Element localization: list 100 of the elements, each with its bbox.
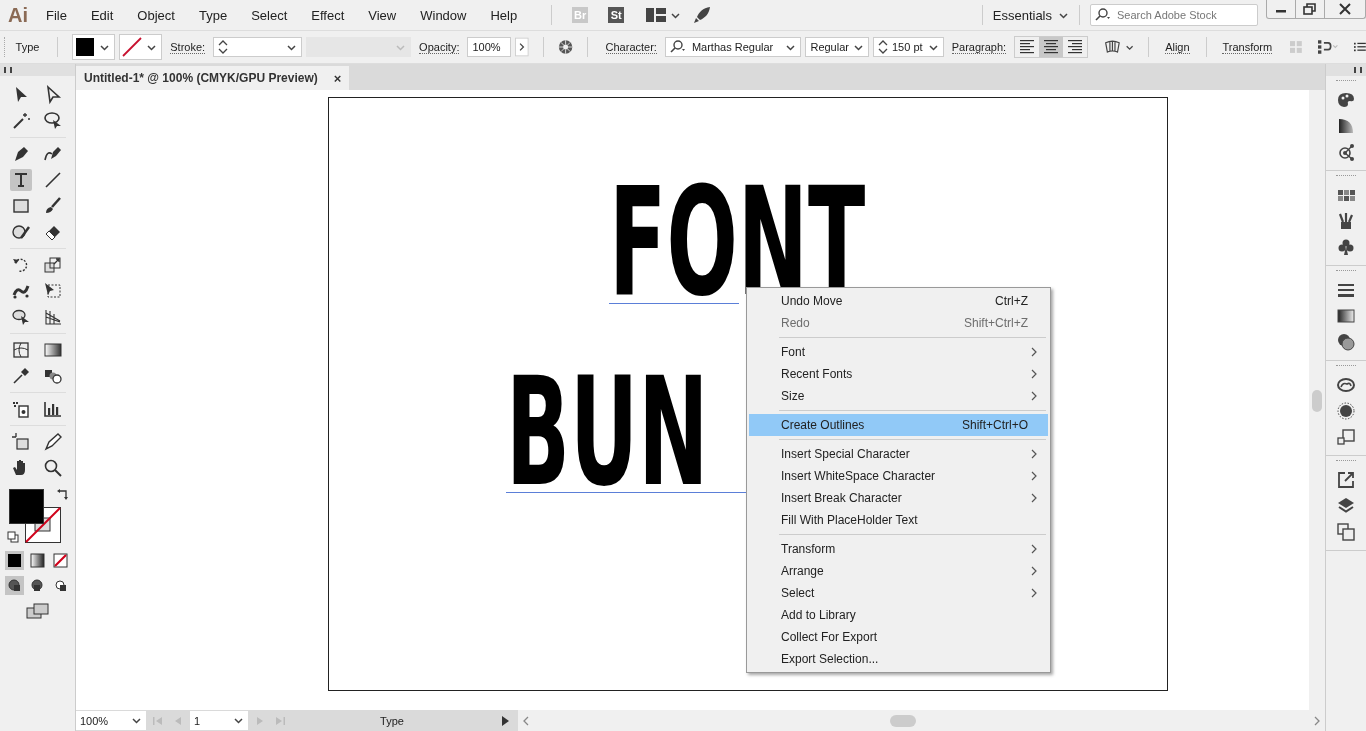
gradient-panel-icon[interactable] xyxy=(1336,306,1356,326)
chevron-right-icon[interactable] xyxy=(515,36,529,58)
collapse-icon[interactable] xyxy=(4,67,12,73)
workspace-label: Essentials xyxy=(992,7,1052,23)
menu-item[interactable]: Size xyxy=(749,385,1048,407)
panel-menu-icon[interactable] xyxy=(1354,41,1366,53)
dropdown-icon[interactable] xyxy=(146,42,158,52)
screen-mode-icon[interactable] xyxy=(25,603,50,619)
export-icon[interactable] xyxy=(1336,470,1356,490)
menu-item[interactable]: Edit xyxy=(90,7,114,23)
dropdown-icon[interactable] xyxy=(286,42,298,52)
artboards-icon[interactable] xyxy=(1336,427,1356,447)
swap-icon[interactable] xyxy=(56,489,69,501)
font-size-field[interactable]: 150 pt xyxy=(872,37,944,57)
stroke-weight-field[interactable] xyxy=(213,37,303,57)
transparency-icon[interactable] xyxy=(1336,332,1356,352)
opacity-field[interactable]: 100% xyxy=(467,37,512,57)
arrange-windows-icon[interactable] xyxy=(1336,522,1356,542)
character-label[interactable]: Character: xyxy=(605,40,657,54)
menu-item[interactable]: Undo Move Ctrl+Z xyxy=(749,290,1048,312)
menu-item[interactable]: Export Selection... xyxy=(749,648,1048,670)
hyphenation-icon[interactable] xyxy=(1318,39,1339,55)
draw-normal-icon[interactable] xyxy=(5,576,24,595)
align-link[interactable]: Align xyxy=(1165,40,1190,54)
menu-item[interactable]: Insert WhiteSpace Character xyxy=(749,465,1048,487)
play-icon[interactable] xyxy=(500,714,510,727)
recolor-icon[interactable] xyxy=(557,38,573,56)
workspace-switcher[interactable]: Essentials xyxy=(992,7,1069,23)
menu-item[interactable]: Select xyxy=(749,582,1048,604)
transform-link[interactable]: Transform xyxy=(1222,40,1273,54)
close-tab-button[interactable]: × xyxy=(333,70,342,86)
menu-item[interactable]: Window xyxy=(420,7,467,23)
menu-item[interactable]: Add to Library xyxy=(749,604,1048,626)
gradient-icon[interactable] xyxy=(28,551,47,570)
font-family-field[interactable]: Marthas Regular xyxy=(664,37,802,57)
document-tab[interactable]: Untitled-1* @ 100% (CMYK/GPU Preview) × xyxy=(76,66,350,90)
menu-item[interactable]: Type xyxy=(198,7,228,23)
stepper-icon[interactable] xyxy=(877,39,888,55)
brushes-icon[interactable] xyxy=(1336,211,1356,231)
dropdown-icon[interactable] xyxy=(1058,10,1069,20)
menu-item[interactable]: Transform xyxy=(749,538,1048,560)
horizontal-scrollbar[interactable] xyxy=(518,710,1325,731)
connection-icon[interactable] xyxy=(1336,142,1356,162)
dropdown-icon[interactable] xyxy=(99,42,111,52)
scroll-left-icon[interactable] xyxy=(522,714,530,727)
stroke-swatch-dropdown[interactable] xyxy=(119,34,163,60)
paragraph-label[interactable]: Paragraph: xyxy=(951,40,1007,54)
fill-swatch-dropdown[interactable] xyxy=(72,34,116,60)
gradient-swatch-icon[interactable] xyxy=(1336,116,1356,136)
stroke-label[interactable]: Stroke: xyxy=(170,40,206,54)
dropdown-icon[interactable] xyxy=(670,10,682,20)
menu-item[interactable]: Collect For Export xyxy=(749,626,1048,648)
current-tool-label: Type xyxy=(379,714,405,727)
dropdown-icon[interactable] xyxy=(785,42,797,52)
align-center-icon[interactable] xyxy=(1039,37,1064,57)
menu-item[interactable]: Recent Fonts xyxy=(749,363,1048,385)
zoom-field[interactable]: 100% xyxy=(76,711,146,730)
menu-item[interactable]: Effect xyxy=(311,7,345,23)
menu-item[interactable]: Create Outlines Shift+Ctrl+O xyxy=(749,414,1048,436)
artboard-field[interactable]: 1 xyxy=(190,711,248,730)
type-tool-icon[interactable] xyxy=(9,169,32,191)
menu-item[interactable]: Arrange xyxy=(749,560,1048,582)
scroll-right-icon[interactable] xyxy=(1313,714,1321,727)
search-field[interactable]: Search Adobe Stock xyxy=(1090,4,1258,26)
stepper-icon[interactable] xyxy=(218,39,229,55)
scroll-thumb[interactable] xyxy=(1312,390,1322,412)
font-style-field[interactable]: Regular xyxy=(805,37,869,57)
menu-item[interactable]: View xyxy=(368,7,397,23)
dropdown-icon[interactable] xyxy=(233,716,244,725)
opacity-label[interactable]: Opacity: xyxy=(419,40,460,54)
default-colors-icon[interactable] xyxy=(6,531,19,543)
no-stroke-icon xyxy=(122,37,143,57)
artboard-number: 1 xyxy=(194,714,202,727)
document-title: Untitled-1* @ 100% (CMYK/GPU Preview) xyxy=(84,71,318,85)
layout-icon[interactable] xyxy=(646,8,667,22)
menu-item[interactable]: Font xyxy=(749,341,1048,363)
palette-icon[interactable] xyxy=(1336,90,1356,110)
scroll-thumb[interactable] xyxy=(890,714,916,727)
solid-color-icon[interactable] xyxy=(5,551,24,570)
menu-item[interactable]: Object xyxy=(137,7,175,23)
dropdown-icon[interactable] xyxy=(131,716,142,725)
menu-item[interactable]: Fill With PlaceHolder Text xyxy=(749,509,1048,531)
club-icon[interactable] xyxy=(1336,237,1356,257)
menu-item[interactable]: Insert Special Character xyxy=(749,443,1048,465)
menu-item[interactable]: Insert Break Character xyxy=(749,487,1048,509)
none-color-icon[interactable] xyxy=(51,551,70,570)
app-switcher-button[interactable]: St xyxy=(608,7,625,23)
menu-item[interactable]: Select xyxy=(251,7,288,23)
menu-item[interactable]: Help xyxy=(490,7,518,23)
artboard-icon[interactable] xyxy=(9,431,32,453)
dropdown-icon[interactable] xyxy=(927,42,939,52)
text-object[interactable]: BUN xyxy=(506,375,709,488)
fill-swatch[interactable] xyxy=(8,489,44,524)
appearance-icon[interactable] xyxy=(1336,401,1356,421)
zoom-value: 100% xyxy=(80,714,110,727)
scale-icon[interactable] xyxy=(41,254,64,276)
text-warp-icon[interactable] xyxy=(1104,38,1121,56)
collapse-icon[interactable] xyxy=(1354,67,1362,73)
dropdown-icon[interactable] xyxy=(852,42,864,52)
menu-item[interactable]: File xyxy=(46,7,67,23)
